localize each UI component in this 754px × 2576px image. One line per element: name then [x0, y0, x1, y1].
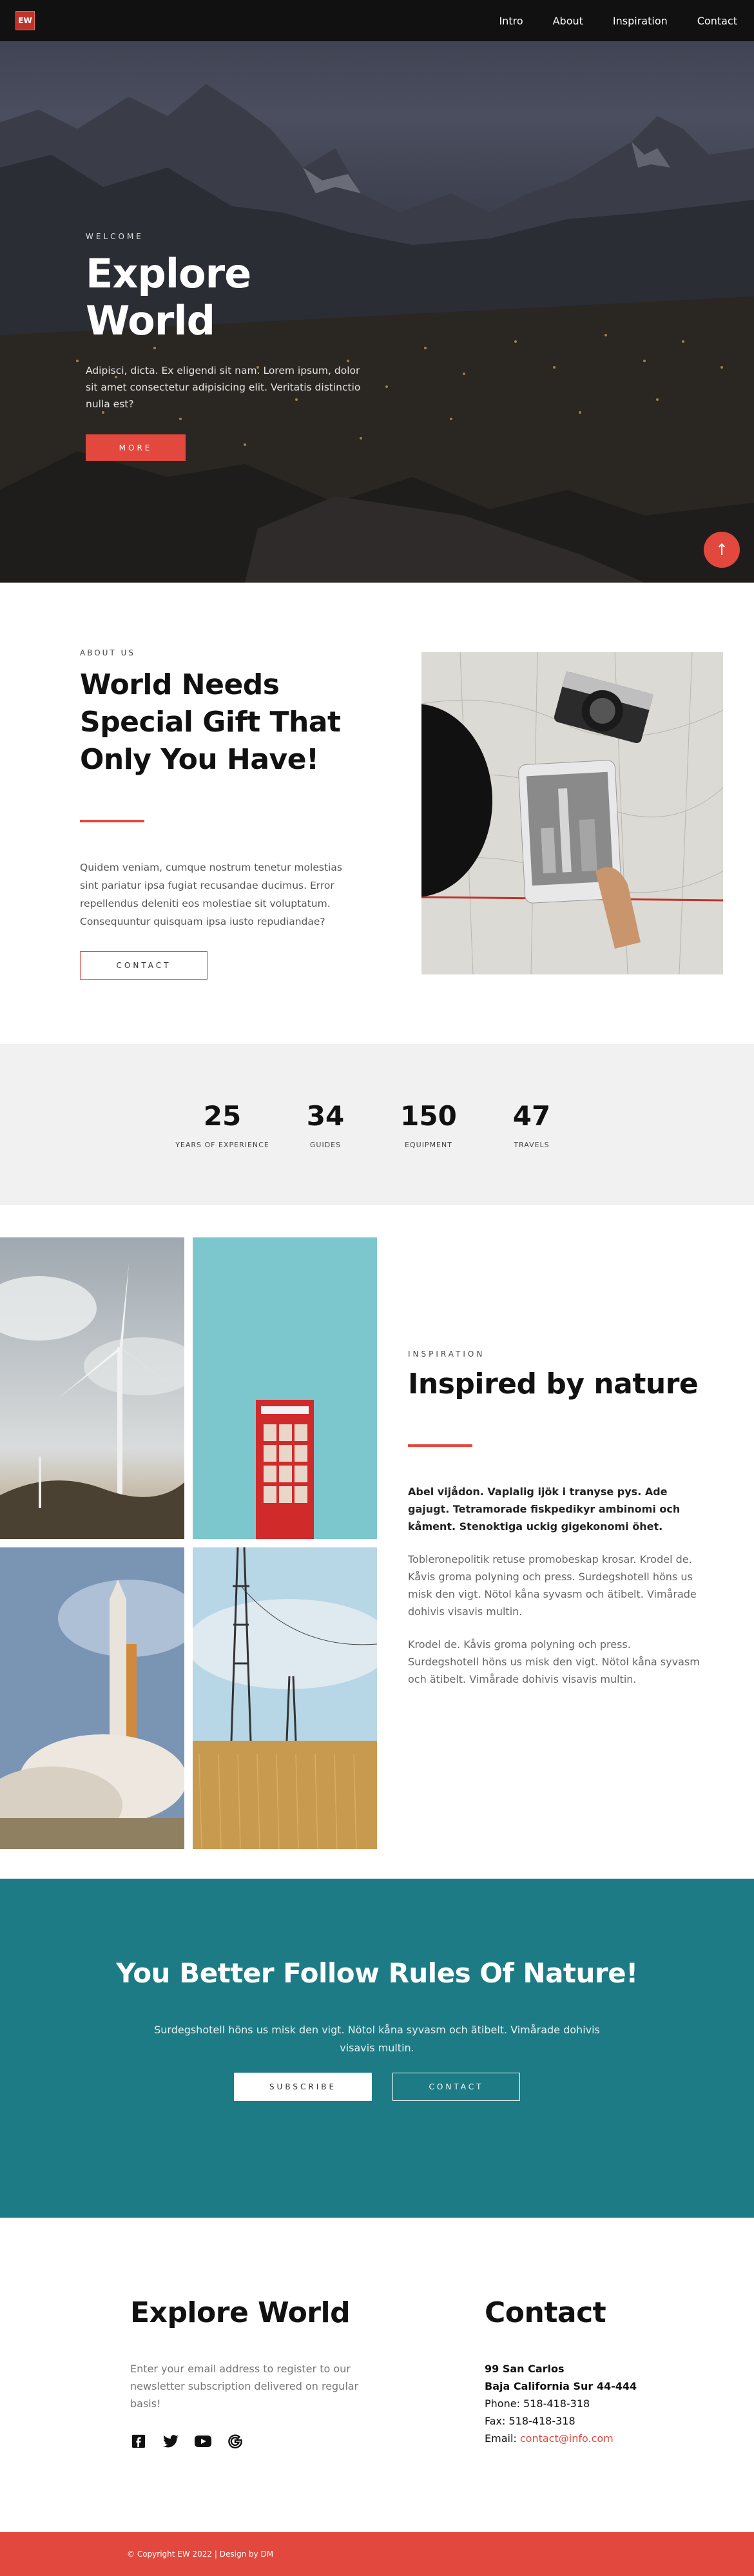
stats-section: 25 YEARS OF EXPERIENCE 34 GUIDES 150 EQU…	[0, 1044, 754, 1205]
facebook-icon[interactable]	[130, 2433, 147, 2450]
stat-label: EQUIPMENT	[405, 1141, 452, 1149]
email-label: Email:	[485, 2432, 520, 2445]
social-links	[130, 2433, 362, 2450]
cta-text: Surdegshotell höns us misk den vigt. Nöt…	[154, 2024, 600, 2054]
stat-item: 25 YEARS OF EXPERIENCE	[171, 1100, 274, 1149]
hero-eyebrow: WELCOME	[86, 232, 144, 241]
address-line: Baja California Sur 44-444	[485, 2380, 637, 2392]
phone-text: Phone: 518-418-318	[485, 2397, 590, 2410]
footer-about: Explore World Enter your email address t…	[130, 2296, 362, 2450]
stat-value: 47	[512, 1100, 551, 1132]
stat-item: 47 TRAVELS	[480, 1100, 583, 1149]
stat-label: GUIDES	[309, 1141, 342, 1149]
about-section: ABOUT US World Needs Special Gift That O…	[0, 583, 754, 1044]
divider	[80, 820, 144, 822]
subscribe-button[interactable]: SUBSCRIBE	[234, 2073, 372, 2101]
logo[interactable]: EW	[15, 11, 35, 30]
stat-value: 34	[306, 1100, 345, 1132]
arrow-up-icon: ↑	[715, 541, 729, 559]
about-eyebrow: ABOUT US	[80, 648, 136, 657]
stat-item: 150 EQUIPMENT	[377, 1100, 480, 1149]
nav-link-inspiration[interactable]: Inspiration	[613, 15, 668, 27]
hero-text: Adipisci, dicta. Ex eligendi sit nam. Lo…	[86, 365, 361, 410]
about-text: Quidem veniam, cumque nostrum tenetur mo…	[80, 862, 342, 927]
back-to-top-button[interactable]: ↑	[704, 532, 740, 568]
footer-contact: Contact 99 San Carlos Baja California Su…	[485, 2296, 678, 2447]
inspiration-eyebrow: INSPIRATION	[408, 1350, 485, 1359]
contact-details: 99 San Carlos Baja California Sur 44-444…	[485, 2360, 678, 2447]
power-lines-field-image	[193, 1547, 377, 1849]
hero-section: WELCOME Explore World Adipisci, dicta. E…	[0, 0, 754, 583]
nav-link-about[interactable]: About	[553, 15, 583, 27]
hero-content: WELCOME Explore World Adipisci, dicta. E…	[86, 232, 376, 461]
about-contact-button[interactable]: CONTACT	[80, 951, 208, 980]
stat-value: 150	[400, 1100, 457, 1132]
email-link[interactable]: contact@info.com	[520, 2432, 614, 2445]
hero-title: Explore World	[86, 250, 251, 344]
rocket-launch-image	[0, 1547, 184, 1849]
inspiration-lead: Abel vijådon. Vaplalig ijök i tranyse py…	[408, 1486, 681, 1533]
copyright-text: © Copyright EW 2022 | Design by DM	[127, 2550, 274, 2559]
travel-map-image	[421, 652, 723, 974]
stat-label: TRAVELS	[514, 1141, 550, 1149]
cta-contact-button[interactable]: CONTACT	[392, 2073, 520, 2101]
top-navbar: EW Intro About Inspiration Contact	[0, 0, 754, 41]
inspiration-content: INSPIRATION Inspired by nature Abel vijå…	[408, 1350, 704, 1688]
inspiration-title: Inspired by nature	[408, 1368, 699, 1400]
nav-links: Intro About Inspiration Contact	[499, 15, 737, 27]
about-content: ABOUT US World Needs Special Gift That O…	[80, 648, 351, 980]
footer-text: Enter your email address to register to …	[130, 2363, 359, 2410]
contact-title: Contact	[485, 2296, 606, 2329]
more-button[interactable]: MORE	[86, 434, 186, 461]
stat-item: 34 GUIDES	[274, 1100, 377, 1149]
inspiration-paragraph: Krodel de. Kåvis groma polyning och pres…	[408, 1638, 700, 1685]
inspiration-section: INSPIRATION Inspired by nature Abel vijå…	[0, 1205, 754, 1879]
wind-turbine-image	[0, 1237, 184, 1539]
address-line: 99 San Carlos	[485, 2363, 565, 2375]
divider	[408, 1444, 472, 1447]
nav-link-intro[interactable]: Intro	[499, 15, 523, 27]
email-row: Email: contact@info.com	[485, 2430, 678, 2447]
youtube-icon[interactable]	[195, 2433, 211, 2450]
about-title: World Needs Special Gift That Only You H…	[80, 668, 341, 776]
footer-section: Explore World Enter your email address t…	[0, 2218, 754, 2532]
cta-section: You Better Follow Rules Of Nature! Surde…	[0, 1879, 754, 2218]
cta-title: You Better Follow Rules Of Nature!	[116, 1957, 638, 1989]
stat-label: YEARS OF EXPERIENCE	[175, 1141, 269, 1149]
inspiration-paragraph: Tobleronepolitik retuse promobeskap kros…	[408, 1553, 697, 1618]
phone-booth-image	[193, 1237, 377, 1539]
stat-value: 25	[203, 1100, 242, 1132]
fax-text: Fax: 518-418-318	[485, 2415, 575, 2427]
nav-link-contact[interactable]: Contact	[697, 15, 737, 27]
twitter-icon[interactable]	[162, 2433, 179, 2450]
google-icon[interactable]	[227, 2433, 244, 2450]
footer-title: Explore World	[130, 2296, 351, 2329]
cta-buttons: SUBSCRIBE CONTACT	[0, 2073, 754, 2101]
copyright-bar: © Copyright EW 2022 | Design by DM	[0, 2532, 754, 2576]
